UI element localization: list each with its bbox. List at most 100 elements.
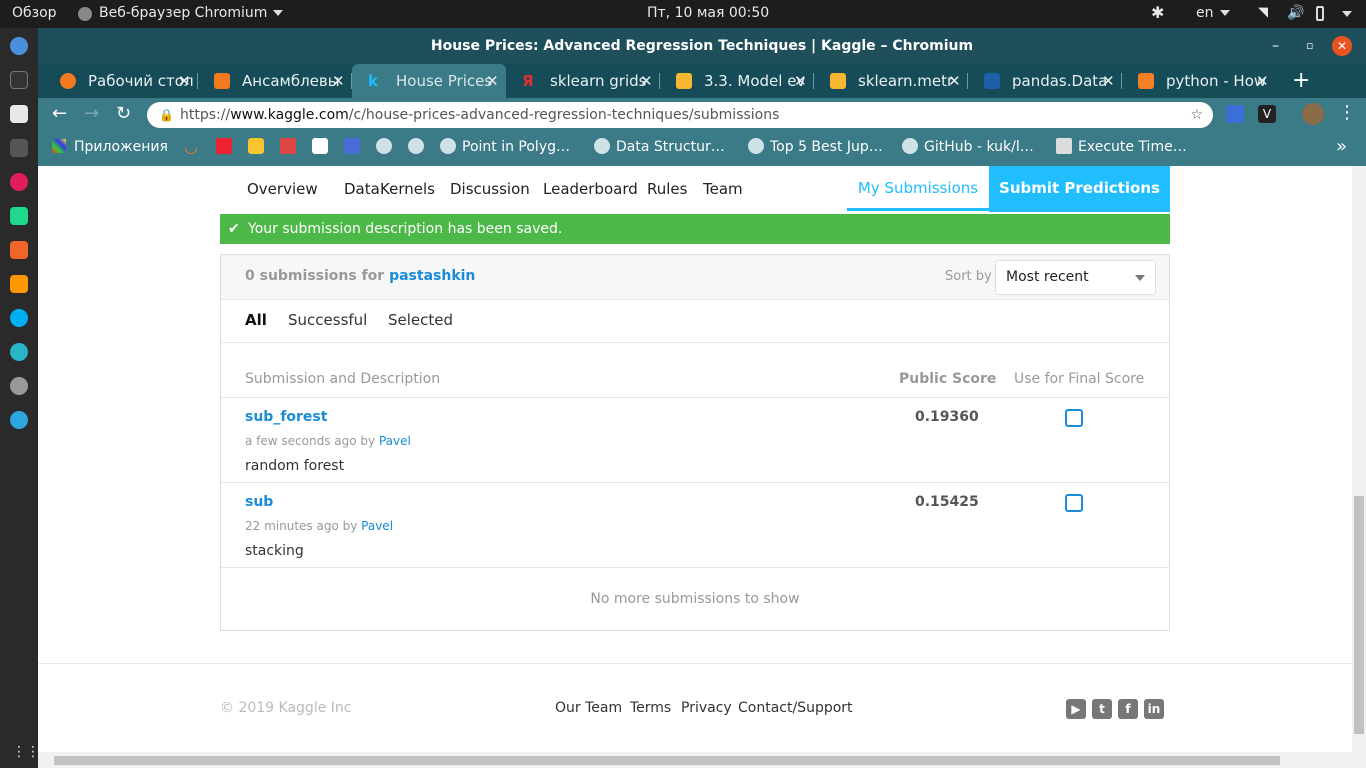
scrollbar-thumb[interactable] — [54, 756, 1280, 765]
final-score-checkbox[interactable] — [1065, 409, 1083, 427]
vertical-scrollbar[interactable] — [1352, 166, 1366, 768]
submission-author[interactable]: Pavel — [361, 519, 393, 533]
vpn-dock-icon[interactable] — [10, 377, 28, 395]
footer-link-our-team[interactable]: Our Team — [555, 700, 622, 716]
bookmark-icon[interactable] — [216, 132, 238, 162]
nav-discussion[interactable]: Discussion — [450, 180, 530, 198]
wifi-icon[interactable]: ◥ — [1258, 5, 1268, 20]
filter-all[interactable]: All — [245, 311, 267, 329]
youtube-icon[interactable]: ▶ — [1066, 699, 1086, 719]
language-indicator[interactable]: en — [1196, 5, 1230, 21]
tab-close-icon[interactable]: ✕ — [178, 64, 191, 98]
filter-selected[interactable]: Selected — [388, 311, 453, 329]
bookmark-icon[interactable] — [408, 132, 430, 162]
tab-close-icon[interactable]: ✕ — [640, 64, 653, 98]
forward-arrow-icon[interactable]: → — [84, 103, 99, 124]
terminal-dock-icon[interactable] — [10, 71, 28, 89]
vimium-extension-icon[interactable]: V — [1258, 105, 1276, 123]
bookmark-icon[interactable] — [376, 132, 398, 162]
vscode-dock-icon[interactable] — [10, 343, 28, 361]
close-window-button[interactable]: ✕ — [1332, 36, 1352, 56]
nav-data[interactable]: Data — [344, 180, 380, 198]
nav-kernels[interactable]: Kernels — [380, 180, 435, 198]
final-score-checkbox[interactable] — [1065, 494, 1083, 512]
tab-close-icon[interactable]: ✕ — [794, 64, 807, 98]
impress-dock-icon[interactable] — [10, 241, 28, 259]
tab-close-icon[interactable]: ✕ — [1256, 64, 1269, 98]
bookmarks-overflow-button[interactable]: » — [1336, 132, 1347, 162]
chromium-dock-icon[interactable] — [10, 37, 28, 55]
slack-tray-icon[interactable]: ✱ — [1151, 3, 1164, 22]
sublime-dock-icon[interactable] — [10, 275, 28, 293]
extension-icon[interactable] — [1226, 105, 1244, 123]
nav-rules[interactable]: Rules — [647, 180, 687, 198]
tab-close-icon[interactable]: ✕ — [332, 64, 345, 98]
submission-name[interactable]: sub — [245, 494, 273, 510]
pycharm-dock-icon[interactable] — [10, 207, 28, 225]
footer-link-terms[interactable]: Terms — [630, 700, 671, 716]
bookmark-icon[interactable] — [248, 132, 270, 162]
reload-icon[interactable]: ↻ — [116, 103, 131, 124]
profile-avatar[interactable] — [1302, 103, 1324, 125]
bookmark-point-in-polygon[interactable]: Point in Polyg… — [440, 132, 570, 162]
nav-my-submissions[interactable]: My Submissions — [847, 166, 989, 211]
volume-icon[interactable]: 🔊 — [1287, 5, 1304, 21]
battery-icon[interactable] — [1316, 6, 1324, 21]
tab[interactable]: Рабочий стол ✕ — [44, 64, 198, 98]
tab[interactable]: 3.3. Model ev ✕ — [660, 64, 814, 98]
bookmark-top-5-jupyter[interactable]: Top 5 Best Jup… — [748, 132, 883, 162]
tab-close-icon[interactable]: ✕ — [1102, 64, 1115, 98]
nav-team[interactable]: Team — [703, 180, 743, 198]
sort-dropdown[interactable]: Most recent — [995, 260, 1156, 295]
address-bar[interactable]: 🔒 https://www.kaggle.com/c/house-prices-… — [147, 102, 1213, 128]
column-public-score[interactable]: Public Score — [899, 371, 996, 387]
footer-link-privacy[interactable]: Privacy — [681, 700, 732, 716]
tab-close-icon[interactable]: ✕ — [486, 64, 499, 98]
new-tab-button[interactable]: + — [1292, 64, 1310, 98]
show-apps-icon[interactable]: ⋮⋮ — [12, 744, 40, 760]
activities-button[interactable]: Обзор — [12, 5, 57, 21]
tab-active[interactable]: k House Prices ✕ — [352, 64, 506, 98]
bookmark-execute-time[interactable]: Execute Time… — [1056, 132, 1187, 162]
horizontal-scrollbar[interactable] — [38, 752, 1352, 768]
facebook-icon[interactable]: f — [1118, 699, 1138, 719]
submit-predictions-button[interactable]: Submit Predictions — [989, 166, 1170, 212]
tab[interactable]: pandas.Data ✕ — [968, 64, 1122, 98]
bookmark-icon[interactable] — [312, 132, 334, 162]
maximize-button[interactable]: ▫ — [1306, 28, 1313, 64]
footer-link-contact[interactable]: Contact/Support — [738, 700, 853, 716]
filter-successful[interactable]: Successful — [288, 311, 367, 329]
linkedin-icon[interactable]: in — [1144, 699, 1164, 719]
telegram-dock-icon[interactable] — [10, 411, 28, 429]
submission-name[interactable]: sub_forest — [245, 409, 327, 425]
menu-kebab-icon[interactable]: ⋮ — [1338, 102, 1356, 123]
scrollbar-thumb[interactable] — [1354, 496, 1364, 734]
tab[interactable]: Яsklearn grids ✕ — [506, 64, 660, 98]
tab[interactable]: python - How ✕ — [1122, 64, 1276, 98]
submission-description[interactable]: stacking — [245, 543, 304, 559]
apps-shortcut[interactable]: Приложения — [52, 132, 168, 162]
bookmark-data-structures[interactable]: Data Structur… — [594, 132, 725, 162]
bookmark-star-icon[interactable]: ☆ — [1190, 102, 1203, 128]
user-link[interactable]: pastashkin — [389, 268, 475, 284]
nav-leaderboard[interactable]: Leaderboard — [543, 180, 638, 198]
bookmark-icon[interactable] — [344, 132, 366, 162]
tab-close-icon[interactable]: ✕ — [948, 64, 961, 98]
files-dock-icon[interactable] — [10, 105, 28, 123]
tab[interactable]: Ансамблевы ✕ — [198, 64, 352, 98]
twitter-icon[interactable]: t — [1092, 699, 1112, 719]
bookmark-github[interactable]: GitHub - kuk/l… — [902, 132, 1034, 162]
slack-dock-icon[interactable] — [10, 173, 28, 191]
system-menu-chevron-icon[interactable] — [1342, 11, 1352, 17]
clock[interactable]: Пт, 10 мая 00:50 — [647, 5, 769, 21]
bookmark-icon[interactable]: ◡ — [184, 132, 198, 162]
nav-overview[interactable]: Overview — [247, 180, 318, 198]
submission-description[interactable]: random forest — [245, 458, 344, 474]
app-menu[interactable]: Веб-браузер Chromium — [99, 5, 284, 21]
back-arrow-icon[interactable]: ← — [52, 103, 67, 124]
submission-author[interactable]: Pavel — [379, 434, 411, 448]
minimize-button[interactable]: – — [1272, 28, 1279, 64]
tab[interactable]: sklearn.metr ✕ — [814, 64, 968, 98]
skype-dock-icon[interactable] — [10, 309, 28, 327]
monitor-dock-icon[interactable] — [10, 139, 28, 157]
